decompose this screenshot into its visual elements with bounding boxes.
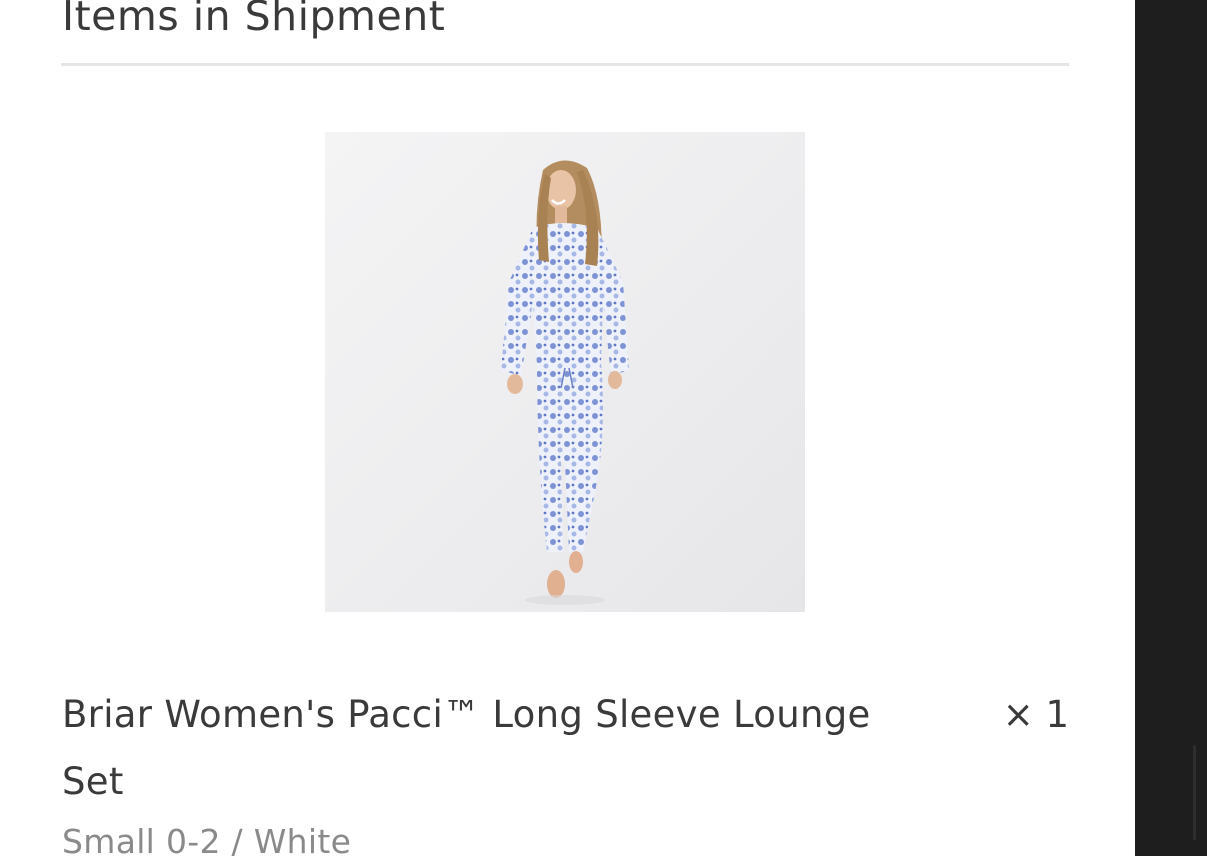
product-photo-icon: [501, 160, 629, 605]
scrollbar[interactable]: [1193, 745, 1196, 840]
item-quantity: × 1: [1002, 693, 1069, 736]
section-divider: [61, 63, 1069, 66]
dark-side-panel: [1135, 0, 1207, 856]
order-status-page: Items in Shipment Briar Women's Pacci™ L…: [0, 0, 1207, 856]
section-title: Items in Shipment: [62, 0, 446, 40]
product-image: [325, 132, 805, 612]
main-content: Items in Shipment Briar Women's Pacci™ L…: [0, 0, 1135, 856]
item-name: Briar Women's Pacci™ Long Sleeve Lounge …: [62, 693, 871, 803]
item-variant: Small 0-2 / White: [62, 822, 352, 856]
